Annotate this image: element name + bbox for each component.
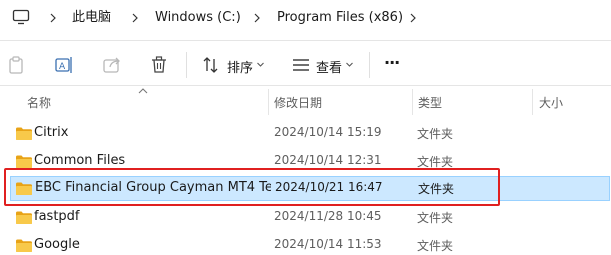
breadcrumb-program-files-x86[interactable]: Program Files (x86) [277, 8, 403, 28]
divider [0, 40, 611, 41]
file-type: 文件夹 [417, 239, 454, 253]
column-header-row: 名称 修改日期 类型 大小 [0, 87, 611, 115]
toolbar-separator [369, 52, 370, 78]
table-row[interactable]: fastpdf 2024/11/28 10:45 文件夹 [10, 205, 610, 229]
chevron-down-icon[interactable] [345, 60, 354, 69]
column-header-name[interactable]: 名称 [27, 94, 51, 111]
sort-label[interactable]: 排序 [227, 57, 253, 76]
chevron-right-icon[interactable] [408, 9, 418, 27]
file-type: 文件夹 [417, 127, 454, 141]
share-button[interactable] [101, 54, 123, 76]
view-list-icon [293, 59, 309, 71]
file-name: Common Files [34, 153, 126, 168]
table-row[interactable]: Google 2024/10/14 11:53 文件夹 [10, 233, 610, 255]
file-date: 2024/10/14 12:31 [274, 153, 382, 167]
sort-icon [203, 57, 218, 73]
trash-icon [152, 56, 166, 73]
sort-ascending-caret-icon [138, 88, 148, 94]
chevron-right-icon[interactable] [252, 9, 262, 27]
paste-button[interactable] [5, 54, 27, 76]
file-name: Google [34, 237, 80, 252]
folder-icon [16, 211, 32, 224]
file-date: 2024/11/28 10:45 [274, 209, 382, 223]
clipboard-icon [9, 56, 23, 74]
file-date: 2024/10/14 11:53 [274, 237, 382, 251]
share-icon [103, 57, 120, 73]
command-bar: A 排序 查看 ··· [0, 44, 611, 84]
file-name: Citrix [34, 125, 69, 140]
annotation-highlight-box [4, 168, 500, 206]
file-type: 文件夹 [417, 211, 454, 225]
breadcrumb-windows-c[interactable]: Windows (C:) [155, 8, 241, 28]
file-name: fastpdf [34, 209, 80, 224]
view-label[interactable]: 查看 [316, 57, 342, 76]
column-header-type[interactable]: 类型 [418, 94, 442, 111]
column-divider[interactable] [268, 89, 269, 115]
toolbar-separator [186, 52, 187, 78]
folder-icon [16, 239, 32, 252]
column-divider[interactable] [412, 89, 413, 115]
chevron-down-icon[interactable] [256, 60, 265, 69]
delete-button[interactable] [148, 54, 170, 76]
table-row[interactable]: Citrix 2024/10/14 15:19 文件夹 [10, 121, 610, 145]
column-divider[interactable] [532, 89, 533, 115]
sort-button[interactable] [200, 54, 222, 76]
breadcrumb-this-pc[interactable]: 此电脑 [72, 8, 111, 28]
divider [0, 85, 611, 86]
column-header-date[interactable]: 修改日期 [274, 94, 322, 111]
folder-icon [16, 127, 32, 140]
folder-icon [16, 155, 32, 168]
address-bar[interactable]: 此电脑 Windows (C:) Program Files (x86) [0, 0, 611, 36]
column-header-size[interactable]: 大小 [539, 94, 563, 111]
this-pc-icon[interactable] [12, 8, 30, 26]
rename-icon: A [55, 57, 72, 73]
svg-text:A: A [59, 62, 66, 72]
view-button[interactable] [290, 54, 312, 76]
chevron-right-icon[interactable] [48, 9, 58, 27]
chevron-right-icon[interactable] [130, 9, 140, 27]
more-options-button[interactable]: ··· [384, 53, 400, 72]
rename-button[interactable]: A [53, 54, 75, 76]
file-date: 2024/10/14 15:19 [274, 125, 382, 139]
